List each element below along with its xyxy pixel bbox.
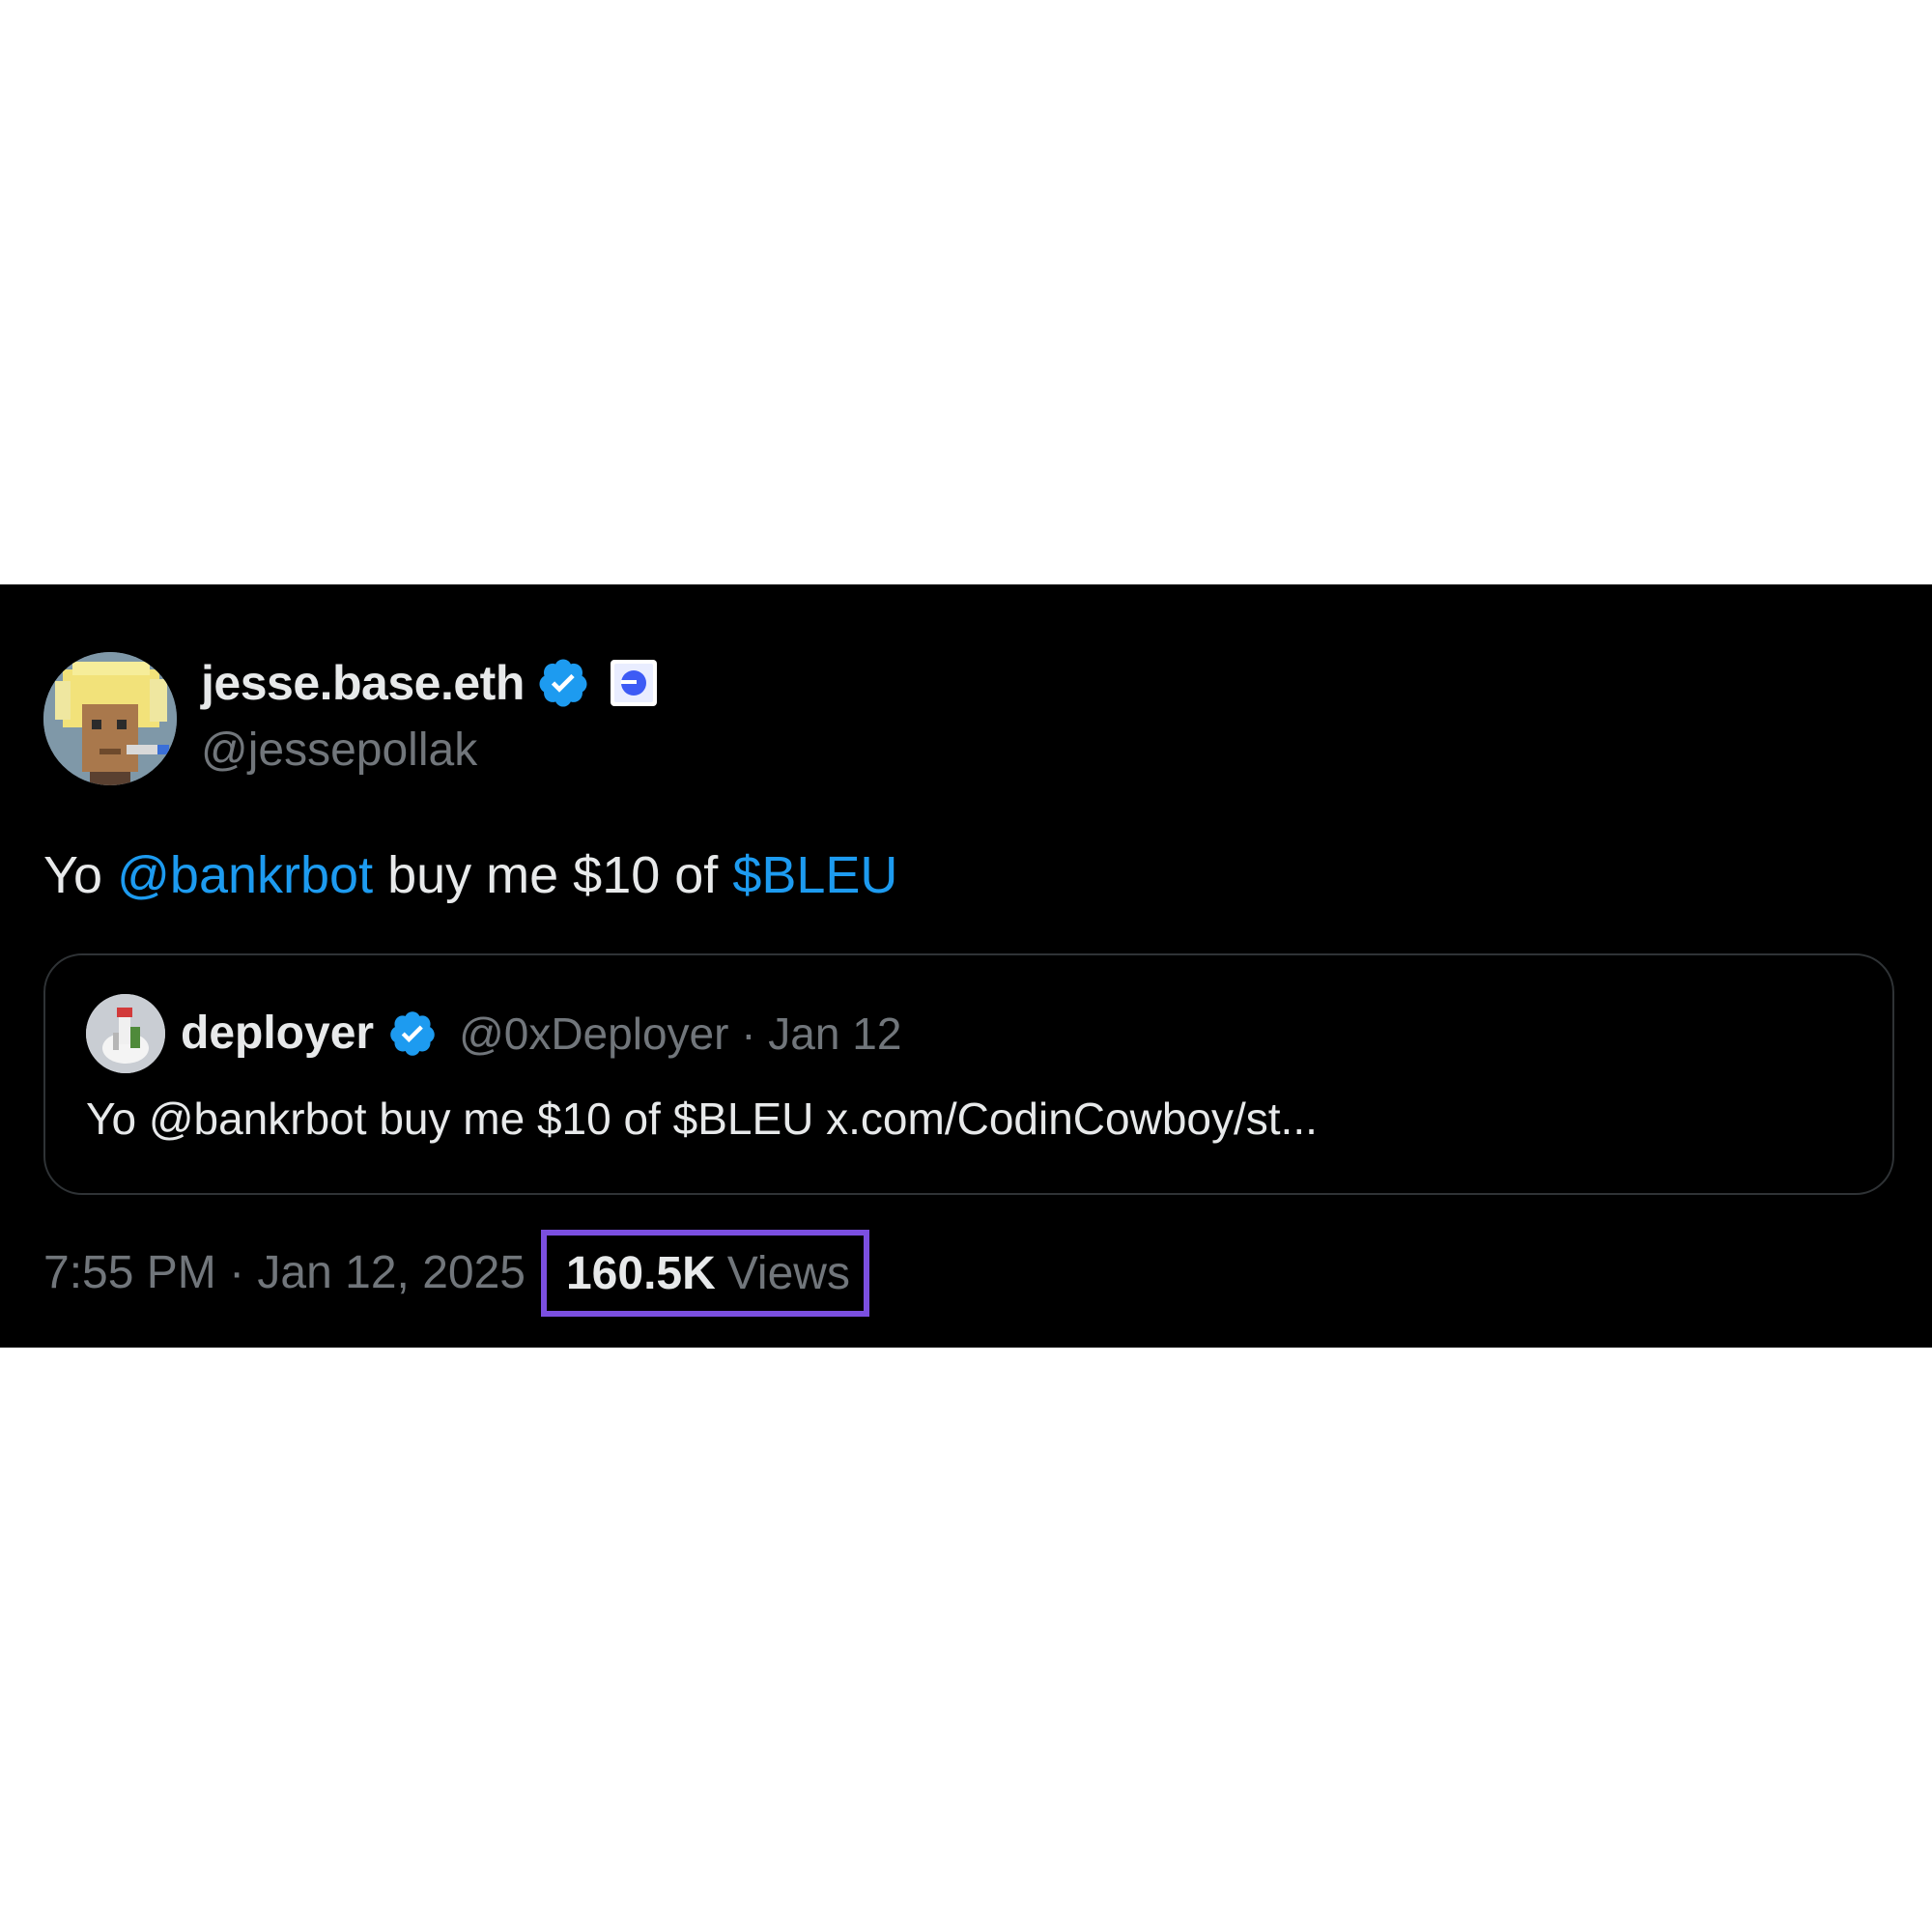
verified-badge-icon <box>539 659 587 707</box>
author-name-row: jesse.base.eth <box>201 654 658 712</box>
quoted-author-name[interactable]: deployer <box>181 1006 374 1062</box>
tweet-text-middle: buy me $10 of <box>373 846 733 904</box>
tweet-text-prefix: Yo <box>43 846 118 904</box>
tweet-timestamp[interactable]: 7:55 PM · Jan 12, 2025 <box>43 1244 526 1302</box>
tweet-card: jesse.base.eth @jessepollak Yo @bankrbot… <box>0 584 1932 1348</box>
quoted-tweet-card[interactable]: deployer @0xDeployer · Jan 12 Yo @bankrb… <box>43 953 1894 1195</box>
views-count: 160.5K <box>565 1248 716 1299</box>
quoted-avatar-image <box>86 994 165 1073</box>
quoted-author-avatar[interactable] <box>86 994 165 1073</box>
author-avatar[interactable] <box>43 652 177 785</box>
author-display-name[interactable]: jesse.base.eth <box>201 654 525 712</box>
quoted-verified-badge-icon <box>390 1011 435 1056</box>
pixel-avatar-image <box>43 652 177 785</box>
cashtag-link[interactable]: $BLEU <box>732 846 897 904</box>
mention-link[interactable]: @bankrbot <box>117 846 373 904</box>
views-highlight-box: 160.5K Views <box>540 1230 869 1317</box>
quoted-handle-and-date[interactable]: @0xDeployer · Jan 12 <box>459 1006 901 1062</box>
tweet-meta-row: 7:55 PM · Jan 12, 2025 160.5K Views <box>43 1230 869 1317</box>
quoted-tweet-header: deployer @0xDeployer · Jan 12 <box>86 994 901 1073</box>
author-handle[interactable]: @jessepollak <box>201 724 477 778</box>
views-label: Views <box>726 1248 850 1299</box>
tweet-text: Yo @bankrbot buy me $10 of $BLEU <box>43 843 897 907</box>
quoted-tweet-text: Yo @bankrbot buy me $10 of $BLEU x.com/C… <box>86 1094 1318 1144</box>
base-affiliate-badge-icon[interactable] <box>610 659 658 707</box>
